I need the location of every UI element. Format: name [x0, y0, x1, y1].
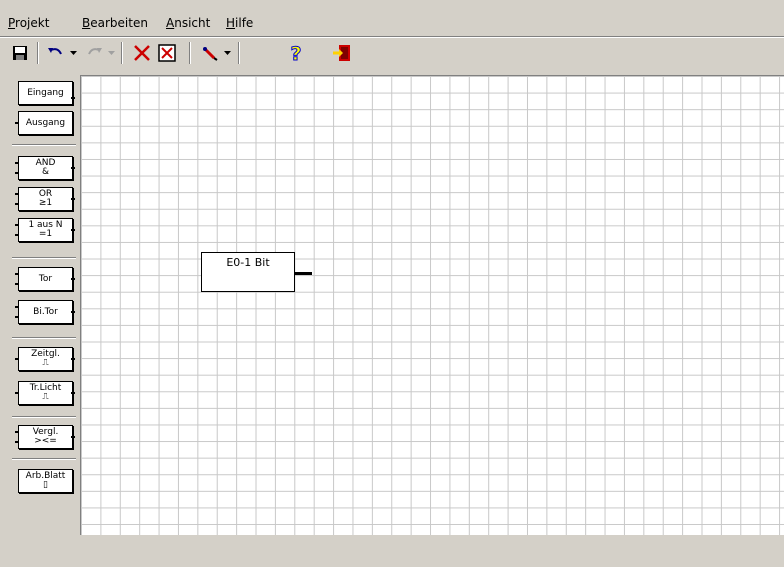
input-block[interactable]: E0-1 Bit: [201, 252, 295, 292]
palette-vergl[interactable]: Vergl. ><=: [10, 422, 78, 452]
output-pin: [71, 392, 75, 394]
undo-dropdown[interactable]: [68, 41, 79, 65]
input-pin: [15, 441, 19, 443]
block-symbol: OR ≥1: [18, 187, 73, 211]
schematic-canvas[interactable]: E0-1 Bit: [80, 75, 784, 535]
input-pin: [15, 431, 19, 433]
toolbar-separator: [37, 42, 39, 64]
floppy-disk-icon: [13, 46, 27, 60]
palette-1ausn[interactable]: 1 aus N =1: [10, 215, 78, 245]
wire-pen-icon: [203, 47, 218, 61]
input-pin: [15, 306, 19, 308]
toolbar: ?: [0, 38, 784, 70]
palette-separator: [12, 458, 76, 460]
block-symbol: Eingang: [18, 81, 73, 105]
input-pin: [15, 203, 19, 205]
output-pin: [71, 311, 75, 313]
block-symbol: Ausgang: [18, 111, 73, 135]
input-pin: [15, 358, 19, 360]
exit-door-icon: [333, 45, 350, 61]
dropdown-arrow-icon: [224, 51, 231, 55]
palette-trlicht[interactable]: Tr.Licht ⎍: [10, 378, 78, 408]
block-symbol: Arb.Blatt ▯: [18, 469, 73, 493]
menu-projekt[interactable]: Projekt: [8, 16, 49, 30]
input-pin: [15, 283, 19, 285]
palette-separator: [12, 416, 76, 418]
undo-arrow-icon: [48, 48, 62, 55]
dropdown-arrow-icon: [70, 51, 77, 55]
output-pin: [71, 97, 75, 99]
red-x-icon: [134, 45, 150, 61]
svg-text:?: ?: [290, 43, 301, 63]
palette-zeitgl[interactable]: Zeitgl. ⎍: [10, 344, 78, 374]
dropdown-arrow-icon: [108, 51, 115, 55]
help-button[interactable]: ?: [284, 41, 308, 65]
input-pin: [15, 392, 19, 394]
output-pin: [71, 229, 75, 231]
palette-ausgang[interactable]: Ausgang: [10, 108, 78, 138]
output-pin: [71, 198, 75, 200]
output-pin: [71, 278, 75, 280]
menu-bearbeiten[interactable]: Bearbeiten: [82, 16, 148, 30]
connect-tool-button[interactable]: [198, 41, 222, 65]
output-pin: [71, 167, 75, 169]
toolbar-separator: [189, 42, 191, 64]
block-symbol: 1 aus N =1: [18, 218, 73, 242]
toolbar-separator: [238, 42, 240, 64]
palette-separator: [12, 144, 76, 146]
input-pin: [15, 172, 19, 174]
palette-eingang[interactable]: Eingang: [10, 78, 78, 108]
block-output-pin[interactable]: [295, 272, 312, 275]
block-symbol: AND &: [18, 156, 73, 180]
palette-arbblatt[interactable]: Arb.Blatt ▯: [10, 466, 78, 496]
menu-ansicht[interactable]: Ansicht: [166, 16, 210, 30]
input-pin: [15, 122, 19, 124]
status-bar: [0, 548, 784, 567]
block-label: E0-1 Bit: [226, 256, 270, 269]
input-pin: [15, 224, 19, 226]
palette-separator: [12, 337, 76, 339]
menu-bar: Projekt Bearbeiten Ansicht Hilfe: [0, 10, 784, 34]
exit-button[interactable]: [330, 41, 354, 65]
boxed-x-icon: [158, 44, 176, 62]
delete-all-button[interactable]: [155, 41, 179, 65]
save-button[interactable]: [8, 41, 32, 65]
output-pin: [71, 358, 75, 360]
input-pin: [15, 273, 19, 275]
input-pin: [15, 193, 19, 195]
undo-button[interactable]: [44, 41, 68, 65]
question-mark-icon: ?: [290, 43, 302, 63]
output-pin: [71, 436, 75, 438]
palette-separator: [12, 257, 76, 259]
block-symbol: Vergl. ><=: [18, 425, 73, 449]
connect-tool-dropdown[interactable]: [222, 41, 233, 65]
block-symbol: Zeitgl. ⎍: [18, 347, 73, 371]
palette-tor[interactable]: Tor: [10, 264, 78, 294]
delete-button[interactable]: [130, 41, 154, 65]
menu-hilfe[interactable]: Hilfe: [226, 16, 253, 30]
block-symbol: Bi.Tor: [18, 300, 73, 324]
toolbar-separator: [121, 42, 123, 64]
input-pin: [15, 234, 19, 236]
palette-or[interactable]: OR ≥1: [10, 184, 78, 214]
redo-dropdown[interactable]: [106, 41, 117, 65]
redo-arrow-icon: [88, 48, 102, 55]
component-palette: Eingang Ausgang AND & OR ≥1 1 aus N =1 Tor …: [10, 74, 78, 544]
block-symbol: Tr.Licht ⎍: [18, 381, 73, 405]
palette-bitor[interactable]: Bi.Tor: [10, 297, 78, 327]
input-pin: [15, 316, 19, 318]
block-symbol: Tor: [18, 267, 73, 291]
palette-and[interactable]: AND &: [10, 153, 78, 183]
input-pin: [15, 162, 19, 164]
redo-button[interactable]: [82, 41, 106, 65]
